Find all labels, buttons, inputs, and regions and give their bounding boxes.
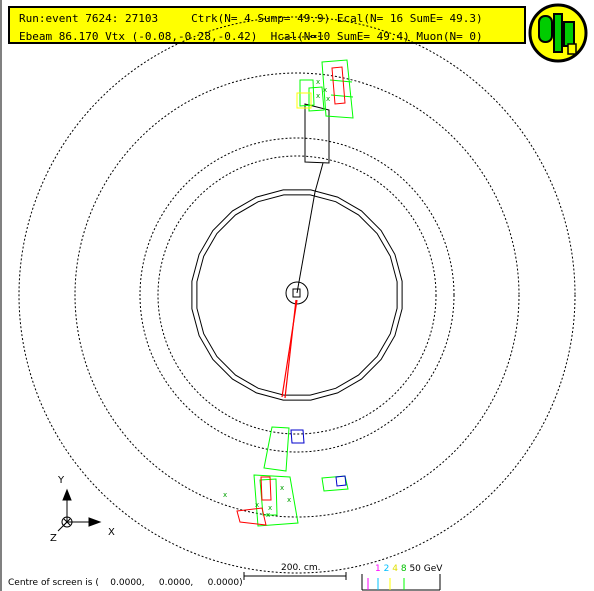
ecal-hit-lower-2 <box>260 476 272 501</box>
svg-text:x: x <box>323 86 327 94</box>
energy-label-1: 1 <box>375 564 381 574</box>
svg-text:x: x <box>326 95 330 103</box>
hcal-outer-ring <box>74 72 520 518</box>
svg-text:x: x <box>255 501 259 509</box>
svg-text:x: x <box>316 78 320 86</box>
axis-indicator <box>57 488 102 532</box>
svg-text:x: x <box>223 491 227 499</box>
energy-label-4: 4 <box>392 564 398 574</box>
energy-label-2: 2 <box>383 564 390 574</box>
track-up-outer <box>314 162 324 193</box>
energy-scale-bar <box>361 574 441 591</box>
scale-label: 200. cm. <box>281 563 321 573</box>
muon-hit-1 <box>290 429 305 444</box>
status-bar: Centre of screen is ( 0.0000, 0.0000, 0.… <box>8 578 243 588</box>
opal-logo <box>528 3 588 63</box>
svg-text:x: x <box>316 92 320 100</box>
scale-bar <box>243 572 347 580</box>
svg-text:x: x <box>287 496 291 504</box>
ecal-ring <box>157 155 437 435</box>
axis-label-z: Z <box>50 533 57 544</box>
ecal-hit-upper <box>331 66 346 105</box>
ecal-hit-lower <box>236 507 267 526</box>
axis-label-y: Y <box>57 475 65 486</box>
energy-scale-labels: 1 2 4 8 50 GeV <box>375 564 442 574</box>
hcal-inner-ring <box>139 137 455 453</box>
energy-label-50: 50 GeV <box>409 564 443 574</box>
svg-text:x: x <box>280 484 284 492</box>
track-down-2 <box>284 299 297 399</box>
track-up-inner <box>296 191 316 294</box>
jet-chamber-outer <box>191 189 403 401</box>
jet-chamber-inner <box>196 194 398 396</box>
track-dotted-top <box>281 35 324 39</box>
beam-pipe-marker <box>292 288 301 298</box>
event-display-canvas: xxx x xx x xxx Y X Z <box>0 0 588 591</box>
axis-label-x: X <box>108 527 115 538</box>
svg-text:x: x <box>266 511 270 519</box>
muon-hit-2 <box>335 475 347 487</box>
energy-label-8: 8 <box>400 564 407 574</box>
